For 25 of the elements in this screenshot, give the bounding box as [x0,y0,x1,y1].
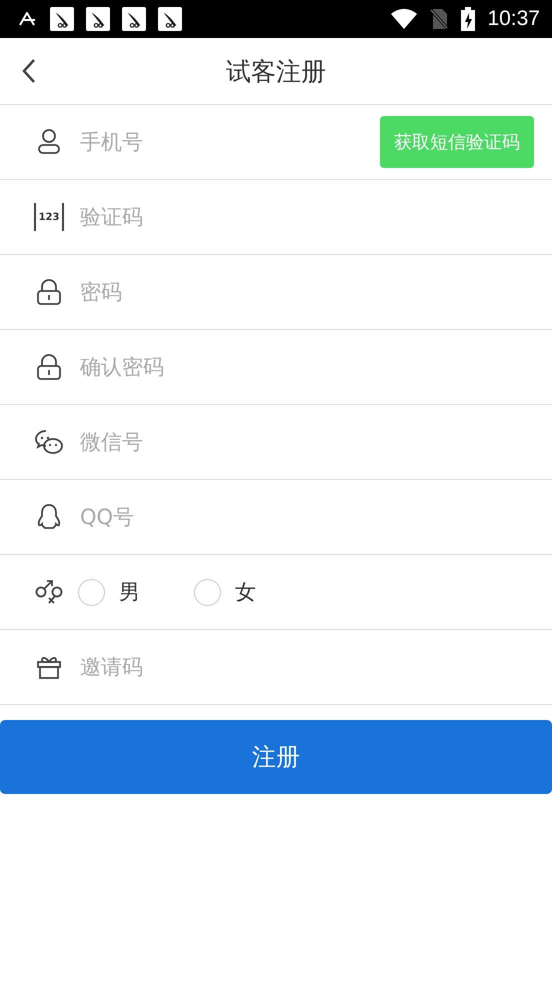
battery-charging-icon [461,7,476,31]
notification-icon [86,7,110,31]
lock-icon [34,352,64,382]
no-sim-icon [429,8,450,30]
lock-icon [34,277,64,307]
register-button[interactable]: 注册 [0,720,552,794]
page-title: 试客注册 [226,56,326,88]
input-field[interactable]: 手机号 [78,129,366,155]
input-field[interactable]: 邀请码 [78,654,534,680]
input-field[interactable]: 验证码 [78,204,534,230]
input-field[interactable]: QQ号 [78,504,534,530]
chat-bubbles-icon [34,427,64,457]
notification-icon [122,7,146,31]
input-field[interactable]: 确认密码 [78,354,534,380]
wifi-icon [391,8,418,30]
input-field[interactable]: 微信号 [78,429,534,455]
notification-icon [158,7,182,31]
notification-icon [50,7,74,31]
status-time: 10:37 [487,7,540,31]
gender-option[interactable]: 男 [78,578,140,606]
radio-button[interactable] [78,578,105,606]
radio-button[interactable] [194,578,221,606]
gender-option[interactable]: 女 [194,578,256,606]
app-notification-icon [18,12,38,26]
input-field[interactable]: 密码 [78,279,534,305]
